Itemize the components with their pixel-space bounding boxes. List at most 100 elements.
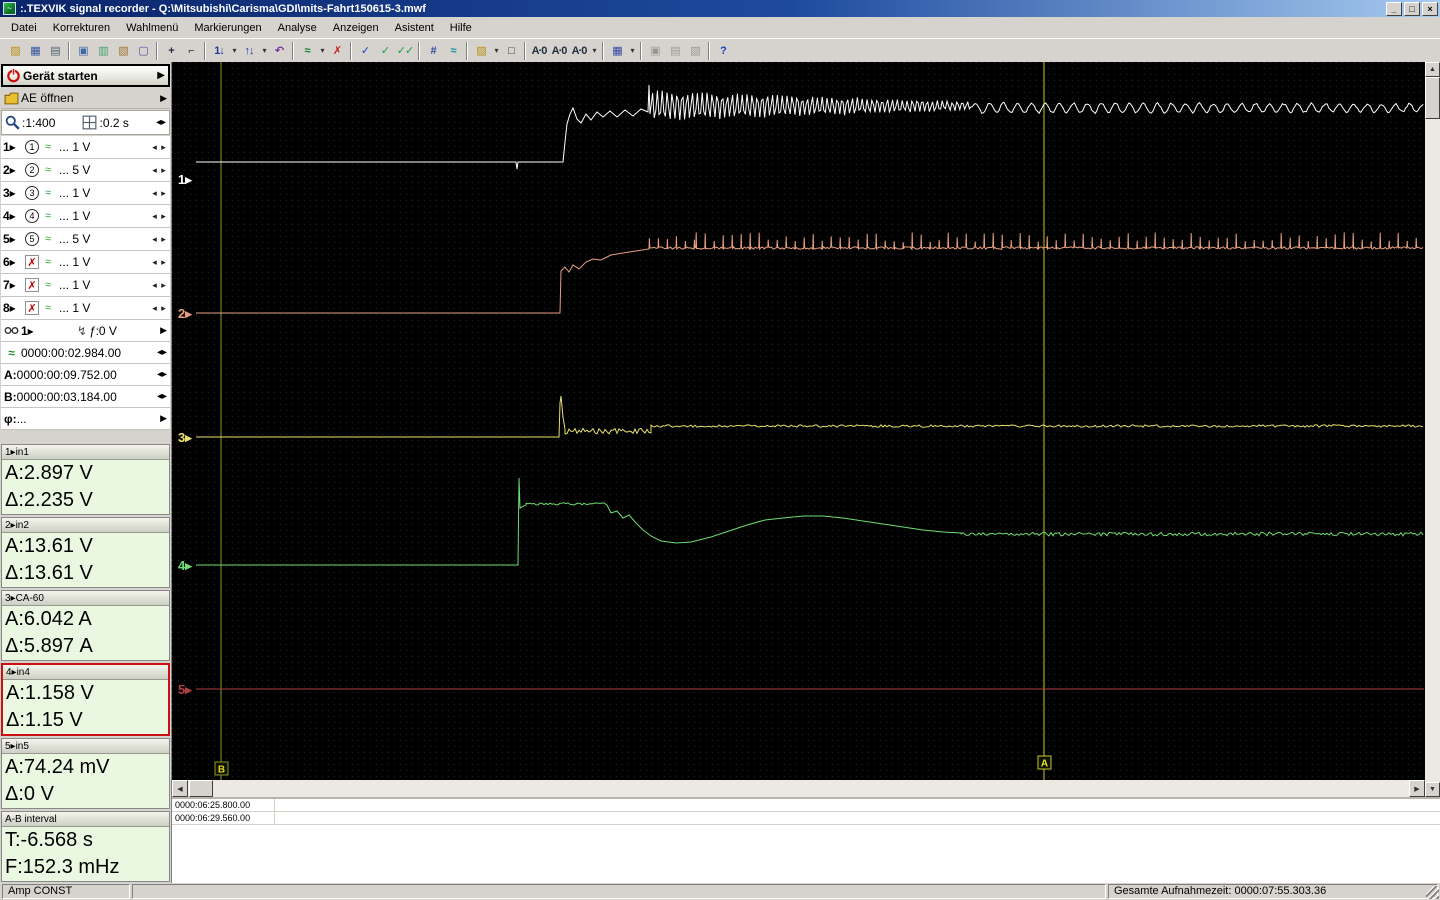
sort-two-menu-icon[interactable]: ▾ [259, 41, 269, 61]
channel-spin-left-icon[interactable]: ◂ [150, 280, 159, 291]
scroll-down-icon[interactable]: ▼ [1425, 782, 1440, 797]
table-menu-icon[interactable]: ▾ [627, 41, 637, 61]
trigger-channel-label[interactable]: 1▸ [21, 324, 34, 338]
timebase-adjust-buttons[interactable]: ◂▸ [156, 117, 166, 128]
marker-abo-3-icon[interactable]: A·0 [569, 41, 589, 61]
minimize-button[interactable]: _ [1386, 1, 1402, 16]
menu-hilfe[interactable]: Hilfe [442, 19, 480, 37]
measure-panel-3[interactable]: 3▸CA-60 A:6.042 A Δ:5.897 A [1, 590, 170, 661]
open-file-icon[interactable]: ▨ [5, 41, 25, 61]
wave-view-icon[interactable]: ≈ [297, 41, 317, 61]
measure-panel-6[interactable]: A-B interval T:-6.568 s F:152.3 mHz [1, 811, 170, 882]
sort-one-menu-icon[interactable]: ▾ [229, 41, 239, 61]
plot-area[interactable]: 1▸ 2▸ 3▸ 4▸ 5▸ B A [172, 62, 1425, 780]
channel-spin-left-icon[interactable]: ◂ [150, 303, 159, 314]
measure-panel-title[interactable]: 1▸in1 [2, 445, 169, 460]
measure-panel-title[interactable]: 5▸in5 [2, 739, 169, 754]
horizontal-scrollbar[interactable]: ◀ ▶ [172, 780, 1425, 797]
copy-data-icon[interactable]: ▥ [93, 41, 113, 61]
scroll-left-icon[interactable]: ◀ [172, 780, 188, 797]
channel-range-value[interactable]: ... 5 V [55, 163, 150, 177]
maximize-button[interactable]: □ [1404, 1, 1420, 16]
scroll-right-icon[interactable]: ▶ [1409, 780, 1425, 797]
channel-range-value[interactable]: ... 1 V [55, 278, 150, 292]
channel-range-value[interactable]: ... 1 V [55, 301, 150, 315]
phase-menu-arrow-icon[interactable]: ▶ [160, 413, 167, 424]
channel-range-value[interactable]: ... 1 V [55, 209, 150, 223]
cursor-time-adjust-buttons[interactable]: ◂▸ [157, 347, 167, 358]
channel-range-value[interactable]: ... 1 V [55, 140, 150, 154]
phase-value[interactable]: ... [17, 412, 27, 426]
check-green-icon[interactable]: ✓ [375, 41, 395, 61]
channel-spin-left-icon[interactable]: ◂ [150, 165, 159, 176]
window-split-icon[interactable]: □ [501, 41, 521, 61]
table-icon[interactable]: ▦ [607, 41, 627, 61]
marker-b-adjust-buttons[interactable]: ◂▸ [157, 391, 167, 402]
marker-a-time-value[interactable]: 0000:00:09.752.00 [17, 368, 117, 382]
channel-disabled-icon[interactable]: ✗ [25, 301, 39, 315]
signal-icon[interactable]: ≈ [443, 41, 463, 61]
disabled-copy-icon[interactable]: ▣ [645, 41, 665, 61]
vertical-scrollbar[interactable]: ▲ ▼ [1425, 62, 1440, 797]
measure-panel-title[interactable]: A-B interval [2, 812, 169, 827]
delete-marker-icon[interactable]: ✗ [327, 41, 347, 61]
open-ae-button[interactable]: AE öffnen ▶ [1, 88, 170, 109]
channel-spin-right-icon[interactable]: ▸ [159, 211, 168, 222]
marker-abo-2-icon[interactable]: A·0 [549, 41, 569, 61]
check-double-icon[interactable]: ✓✓ [395, 41, 415, 61]
measure-panel-title[interactable]: 2▸in2 [2, 518, 169, 533]
menu-anzeigen[interactable]: Anzeigen [325, 19, 387, 37]
disabled-doc-icon[interactable]: ▤ [665, 41, 685, 61]
open-project-menu-icon[interactable]: ▾ [491, 41, 501, 61]
marker-b-time-value[interactable]: 0000:00:03.184.00 [17, 390, 117, 404]
undo-icon[interactable]: ↶ [269, 41, 289, 61]
paste-icon[interactable]: ▧ [113, 41, 133, 61]
wave-view-menu-icon[interactable]: ▾ [317, 41, 327, 61]
start-menu-arrow-icon[interactable]: ▶ [157, 70, 165, 81]
channel-spin-right-icon[interactable]: ▸ [159, 188, 168, 199]
measure-panel-title[interactable]: 3▸CA-60 [2, 591, 169, 606]
measure-panel-title[interactable]: 4▸in4 [3, 665, 168, 680]
menu-asistent[interactable]: Asistent [387, 19, 442, 37]
zoom-ratio-value[interactable]: :1:400 [22, 116, 55, 130]
clip-icon[interactable]: ▢ [133, 41, 153, 61]
channel-range-value[interactable]: ... 1 V [55, 186, 150, 200]
scroll-up-icon[interactable]: ▲ [1425, 62, 1440, 77]
ae-menu-arrow-icon[interactable]: ▶ [160, 93, 167, 104]
channel-spin-left-icon[interactable]: ◂ [150, 234, 159, 245]
copy-image-icon[interactable]: ▣ [73, 41, 93, 61]
channel-spin-left-icon[interactable]: ◂ [150, 142, 159, 153]
horizontal-scroll-thumb[interactable] [189, 780, 213, 797]
channel-spin-right-icon[interactable]: ▸ [159, 257, 168, 268]
level-icon[interactable]: ⌐ [181, 41, 201, 61]
channel-enabled-icon[interactable]: 5 [25, 232, 39, 246]
channel-range-value[interactable]: ... 5 V [55, 232, 150, 246]
channel-enabled-icon[interactable]: 1 [25, 140, 39, 154]
marker-abo-1-icon[interactable]: A·0 [529, 41, 549, 61]
menu-korrekturen[interactable]: Korrekturen [45, 19, 118, 37]
trigger-level-value[interactable]: :0 V [96, 324, 117, 338]
channel-disabled-icon[interactable]: ✗ [25, 255, 39, 269]
marker-a-adjust-buttons[interactable]: ◂▸ [157, 369, 167, 380]
close-button[interactable]: × [1422, 1, 1438, 16]
marker-menu-icon[interactable]: ▾ [589, 41, 599, 61]
channel-enabled-icon[interactable]: 3 [25, 186, 39, 200]
channel-spin-left-icon[interactable]: ◂ [150, 257, 159, 268]
resize-grip[interactable] [1426, 886, 1439, 899]
channel-spin-right-icon[interactable]: ▸ [159, 280, 168, 291]
measure-panel-2[interactable]: 2▸in2 A:13.61 V Δ:13.61 V [1, 517, 170, 588]
open-project-icon[interactable]: ▨ [471, 41, 491, 61]
menu-datei[interactable]: Datei [3, 19, 45, 37]
timebase-value[interactable]: :0.2 s [99, 116, 128, 130]
start-device-button[interactable]: Gerät starten ▶ [1, 64, 170, 87]
crosshair-icon[interactable]: + [161, 41, 181, 61]
sort-one-icon[interactable]: 1↓ [209, 41, 229, 61]
trigger-menu-arrow-icon[interactable]: ▶ [160, 325, 167, 336]
menu-markierungen[interactable]: Markierungen [186, 19, 269, 37]
waveform-plot[interactable]: 1▸ 2▸ 3▸ 4▸ 5▸ B A [172, 62, 1425, 780]
channel-spin-right-icon[interactable]: ▸ [159, 234, 168, 245]
measure-panel-1[interactable]: 1▸in1 A:2.897 V Δ:2.235 V [1, 444, 170, 515]
menu-analyse[interactable]: Analyse [270, 19, 325, 37]
channel-enabled-icon[interactable]: 2 [25, 163, 39, 177]
channel-spin-right-icon[interactable]: ▸ [159, 142, 168, 153]
